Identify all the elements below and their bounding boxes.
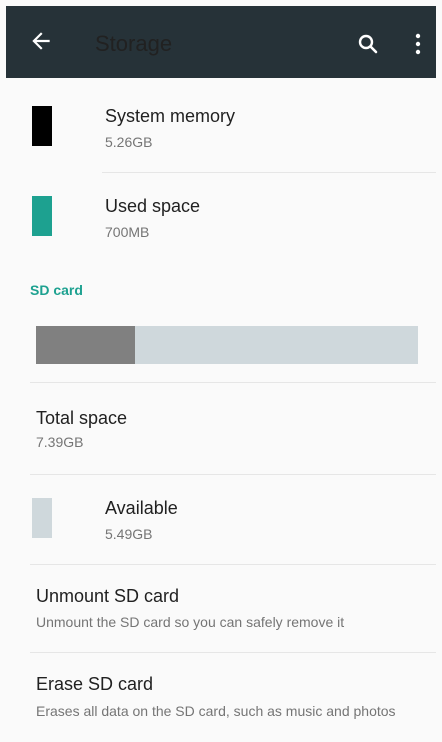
page-title: Storage (95, 31, 173, 56)
used-space-swatch (32, 196, 52, 236)
used-space-value: 700MB (105, 224, 150, 240)
divider (30, 564, 436, 565)
arrow-left-icon[interactable] (28, 28, 54, 54)
available-row: Available 5.49GB (6, 484, 436, 564)
system-memory-value: 5.26GB (105, 134, 153, 150)
unmount-sd-card-summary: Unmount the SD card so you can safely re… (36, 614, 345, 630)
search-icon[interactable] (356, 32, 380, 56)
available-value: 5.49GB (105, 526, 153, 542)
sd-card-usage-bar (36, 326, 418, 364)
total-space-value: 7.39GB (36, 434, 84, 450)
divider (30, 652, 436, 653)
used-space-title: Used space (105, 196, 201, 216)
total-space-title: Total space (36, 408, 128, 428)
unmount-sd-card-title: Unmount SD card (36, 586, 180, 606)
divider (102, 172, 436, 173)
erase-sd-card-item[interactable]: Erase SD card Erases all data on the SD … (6, 664, 436, 742)
erase-sd-card-summary: Erases all data on the SD card, such as … (36, 703, 396, 719)
sd-card-usage-fill (36, 326, 136, 364)
used-space-row: Used space 700MB (6, 182, 436, 262)
erase-sd-card-title: Erase SD card (36, 674, 154, 694)
divider (30, 382, 436, 383)
storage-screen: Storage System memory 5.26GB Used space … (0, 0, 442, 742)
system-memory-swatch (32, 106, 52, 146)
system-memory-title: System memory (105, 106, 236, 126)
available-swatch (32, 498, 52, 538)
more-vert-icon[interactable] (412, 32, 424, 56)
total-space-row: Total space 7.39GB (6, 400, 436, 470)
system-memory-row: System memory 5.26GB (6, 92, 436, 172)
toolbar: Storage (6, 6, 436, 78)
divider (30, 474, 436, 475)
sd-card-section-header: SD card (30, 282, 83, 298)
available-title: Available (105, 498, 178, 518)
unmount-sd-card-item[interactable]: Unmount SD card Unmount the SD card so y… (6, 576, 436, 652)
